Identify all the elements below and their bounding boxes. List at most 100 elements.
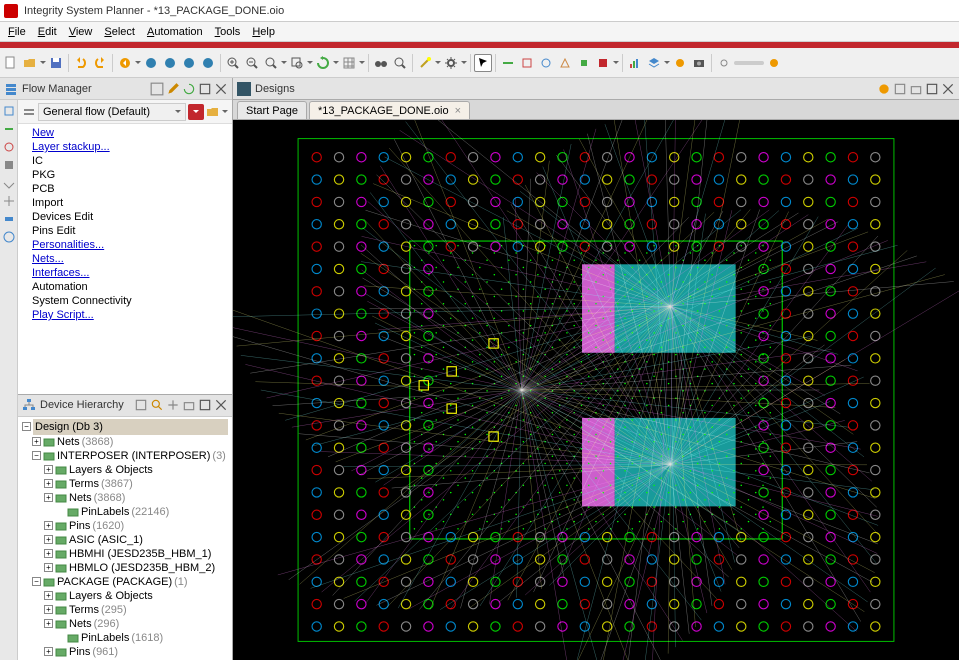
flow-step[interactable]: IC: [20, 154, 230, 168]
globe-icon[interactable]: [142, 54, 160, 72]
flow-btn-maximize-icon[interactable]: [198, 82, 212, 96]
tree-root[interactable]: − Design (Db 3): [20, 419, 230, 435]
designs-btn-1-icon[interactable]: [877, 82, 891, 96]
save-icon[interactable]: [47, 54, 65, 72]
hier-btn-close-icon[interactable]: [214, 398, 228, 412]
designs-btn-3-icon[interactable]: [909, 82, 923, 96]
expand-icon[interactable]: +: [44, 465, 53, 474]
tree-node[interactable]: PinLabels (22146): [20, 505, 230, 519]
menu-view[interactable]: View: [63, 24, 99, 40]
tool-e-icon[interactable]: [575, 54, 593, 72]
flow-step[interactable]: PCB: [20, 182, 230, 196]
opacity-slider[interactable]: [734, 61, 764, 65]
wand-icon[interactable]: [416, 54, 434, 72]
expand-icon[interactable]: −: [22, 422, 31, 431]
binoculars-icon[interactable]: [372, 54, 390, 72]
tree-node[interactable]: PinLabels (1618): [20, 631, 230, 645]
tree-node[interactable]: +Nets (3868): [20, 491, 230, 505]
camera-icon[interactable]: [690, 54, 708, 72]
expand-icon[interactable]: +: [44, 521, 53, 530]
tree-node[interactable]: +Layers & Objects: [20, 589, 230, 603]
slider-max-icon[interactable]: [765, 54, 783, 72]
tree-node[interactable]: +ASIC (ASIC_1): [20, 533, 230, 547]
open-dropdown-icon[interactable]: [40, 58, 46, 67]
expand-icon[interactable]: +: [44, 605, 53, 614]
zoom-fit-icon[interactable]: [262, 54, 280, 72]
hier-btn-3-icon[interactable]: [166, 398, 180, 412]
expand-icon[interactable]: −: [32, 577, 41, 586]
designs-btn-2-icon[interactable]: [893, 82, 907, 96]
flow-step[interactable]: PKG: [20, 168, 230, 182]
zoom-out-icon[interactable]: [243, 54, 261, 72]
zoom-region-dropdown-icon[interactable]: [307, 58, 313, 67]
expand-icon[interactable]: +: [32, 437, 41, 446]
hier-btn-4-icon[interactable]: [182, 398, 196, 412]
expand-icon[interactable]: +: [44, 591, 53, 600]
gear-dropdown-icon[interactable]: [461, 58, 467, 67]
tree-node[interactable]: +Nets (296): [20, 617, 230, 631]
gutter-icon-5[interactable]: [2, 176, 16, 190]
hier-btn-max-icon[interactable]: [198, 398, 212, 412]
back-dropdown-icon[interactable]: [135, 58, 141, 67]
expand-icon[interactable]: +: [44, 479, 53, 488]
flow-step[interactable]: Devices Edit: [20, 210, 230, 224]
menu-select[interactable]: Select: [98, 24, 141, 40]
hier-btn-search-icon[interactable]: [150, 398, 164, 412]
zoom-in-icon[interactable]: [224, 54, 242, 72]
tool-d-icon[interactable]: [556, 54, 574, 72]
flow-step[interactable]: Automation: [20, 280, 230, 294]
flow-step[interactable]: New: [20, 126, 230, 140]
refresh-icon[interactable]: [314, 54, 332, 72]
tree-node[interactable]: +HBMHI (JESD235B_HBM_1): [20, 547, 230, 561]
menu-help[interactable]: Help: [246, 24, 281, 40]
tree-node[interactable]: +Pins (1620): [20, 519, 230, 533]
gutter-icon-4[interactable]: [2, 158, 16, 172]
expand-icon[interactable]: −: [32, 451, 41, 460]
flow-folder-dropdown-icon[interactable]: [222, 107, 228, 116]
back-icon[interactable]: [116, 54, 134, 72]
flow-step[interactable]: Pins Edit: [20, 224, 230, 238]
flow-dropdown[interactable]: General flow (Default): [38, 103, 186, 121]
flow-folder-icon[interactable]: [206, 105, 220, 119]
flow-step[interactable]: Import: [20, 196, 230, 210]
flow-run-button[interactable]: [188, 104, 204, 120]
tree-node[interactable]: −INTERPOSER (INTERPOSER) (3): [20, 449, 230, 463]
hier-btn-1-icon[interactable]: [134, 398, 148, 412]
gutter-icon-2[interactable]: [2, 122, 16, 136]
tree-node[interactable]: −PACKAGE (PACKAGE) (1): [20, 575, 230, 589]
design-canvas[interactable]: [233, 120, 959, 660]
menu-tools[interactable]: Tools: [209, 24, 247, 40]
menu-edit[interactable]: Edit: [32, 24, 63, 40]
close-tab-icon[interactable]: ×: [455, 105, 461, 117]
cursor-icon[interactable]: [474, 54, 492, 72]
redo-icon[interactable]: [91, 54, 109, 72]
flow-step[interactable]: Nets...: [20, 252, 230, 266]
flow-step[interactable]: Layer stackup...: [20, 140, 230, 154]
flow-btn-edit-icon[interactable]: [166, 82, 180, 96]
flow-btn-1-icon[interactable]: [150, 82, 164, 96]
tab-start-page[interactable]: Start Page: [237, 101, 307, 119]
tree-node[interactable]: +Pins (961): [20, 645, 230, 659]
globe2-icon[interactable]: [161, 54, 179, 72]
expand-icon[interactable]: +: [44, 493, 53, 502]
globe4-icon[interactable]: [199, 54, 217, 72]
layers-icon[interactable]: [645, 54, 663, 72]
tool-f-dropdown-icon[interactable]: [613, 58, 619, 67]
tab-package-done[interactable]: *13_PACKAGE_DONE.oio ×: [309, 101, 470, 119]
new-icon[interactable]: [2, 54, 20, 72]
gutter-icon-8[interactable]: [2, 230, 16, 244]
tool-c-icon[interactable]: [537, 54, 555, 72]
flow-step[interactable]: Interfaces...: [20, 266, 230, 280]
expand-icon[interactable]: +: [44, 535, 53, 544]
designs-btn-close-icon[interactable]: [941, 82, 955, 96]
flow-step[interactable]: Personalities...: [20, 238, 230, 252]
undo-icon[interactable]: [72, 54, 90, 72]
expand-icon[interactable]: +: [44, 563, 53, 572]
flow-tb-icon[interactable]: [22, 105, 36, 119]
refresh-dropdown-icon[interactable]: [333, 58, 339, 67]
flow-step[interactable]: System Connectivity: [20, 294, 230, 308]
zoom-region-icon[interactable]: [288, 54, 306, 72]
tool-f-icon[interactable]: [594, 54, 612, 72]
gutter-icon-6[interactable]: [2, 194, 16, 208]
expand-icon[interactable]: +: [44, 647, 53, 656]
